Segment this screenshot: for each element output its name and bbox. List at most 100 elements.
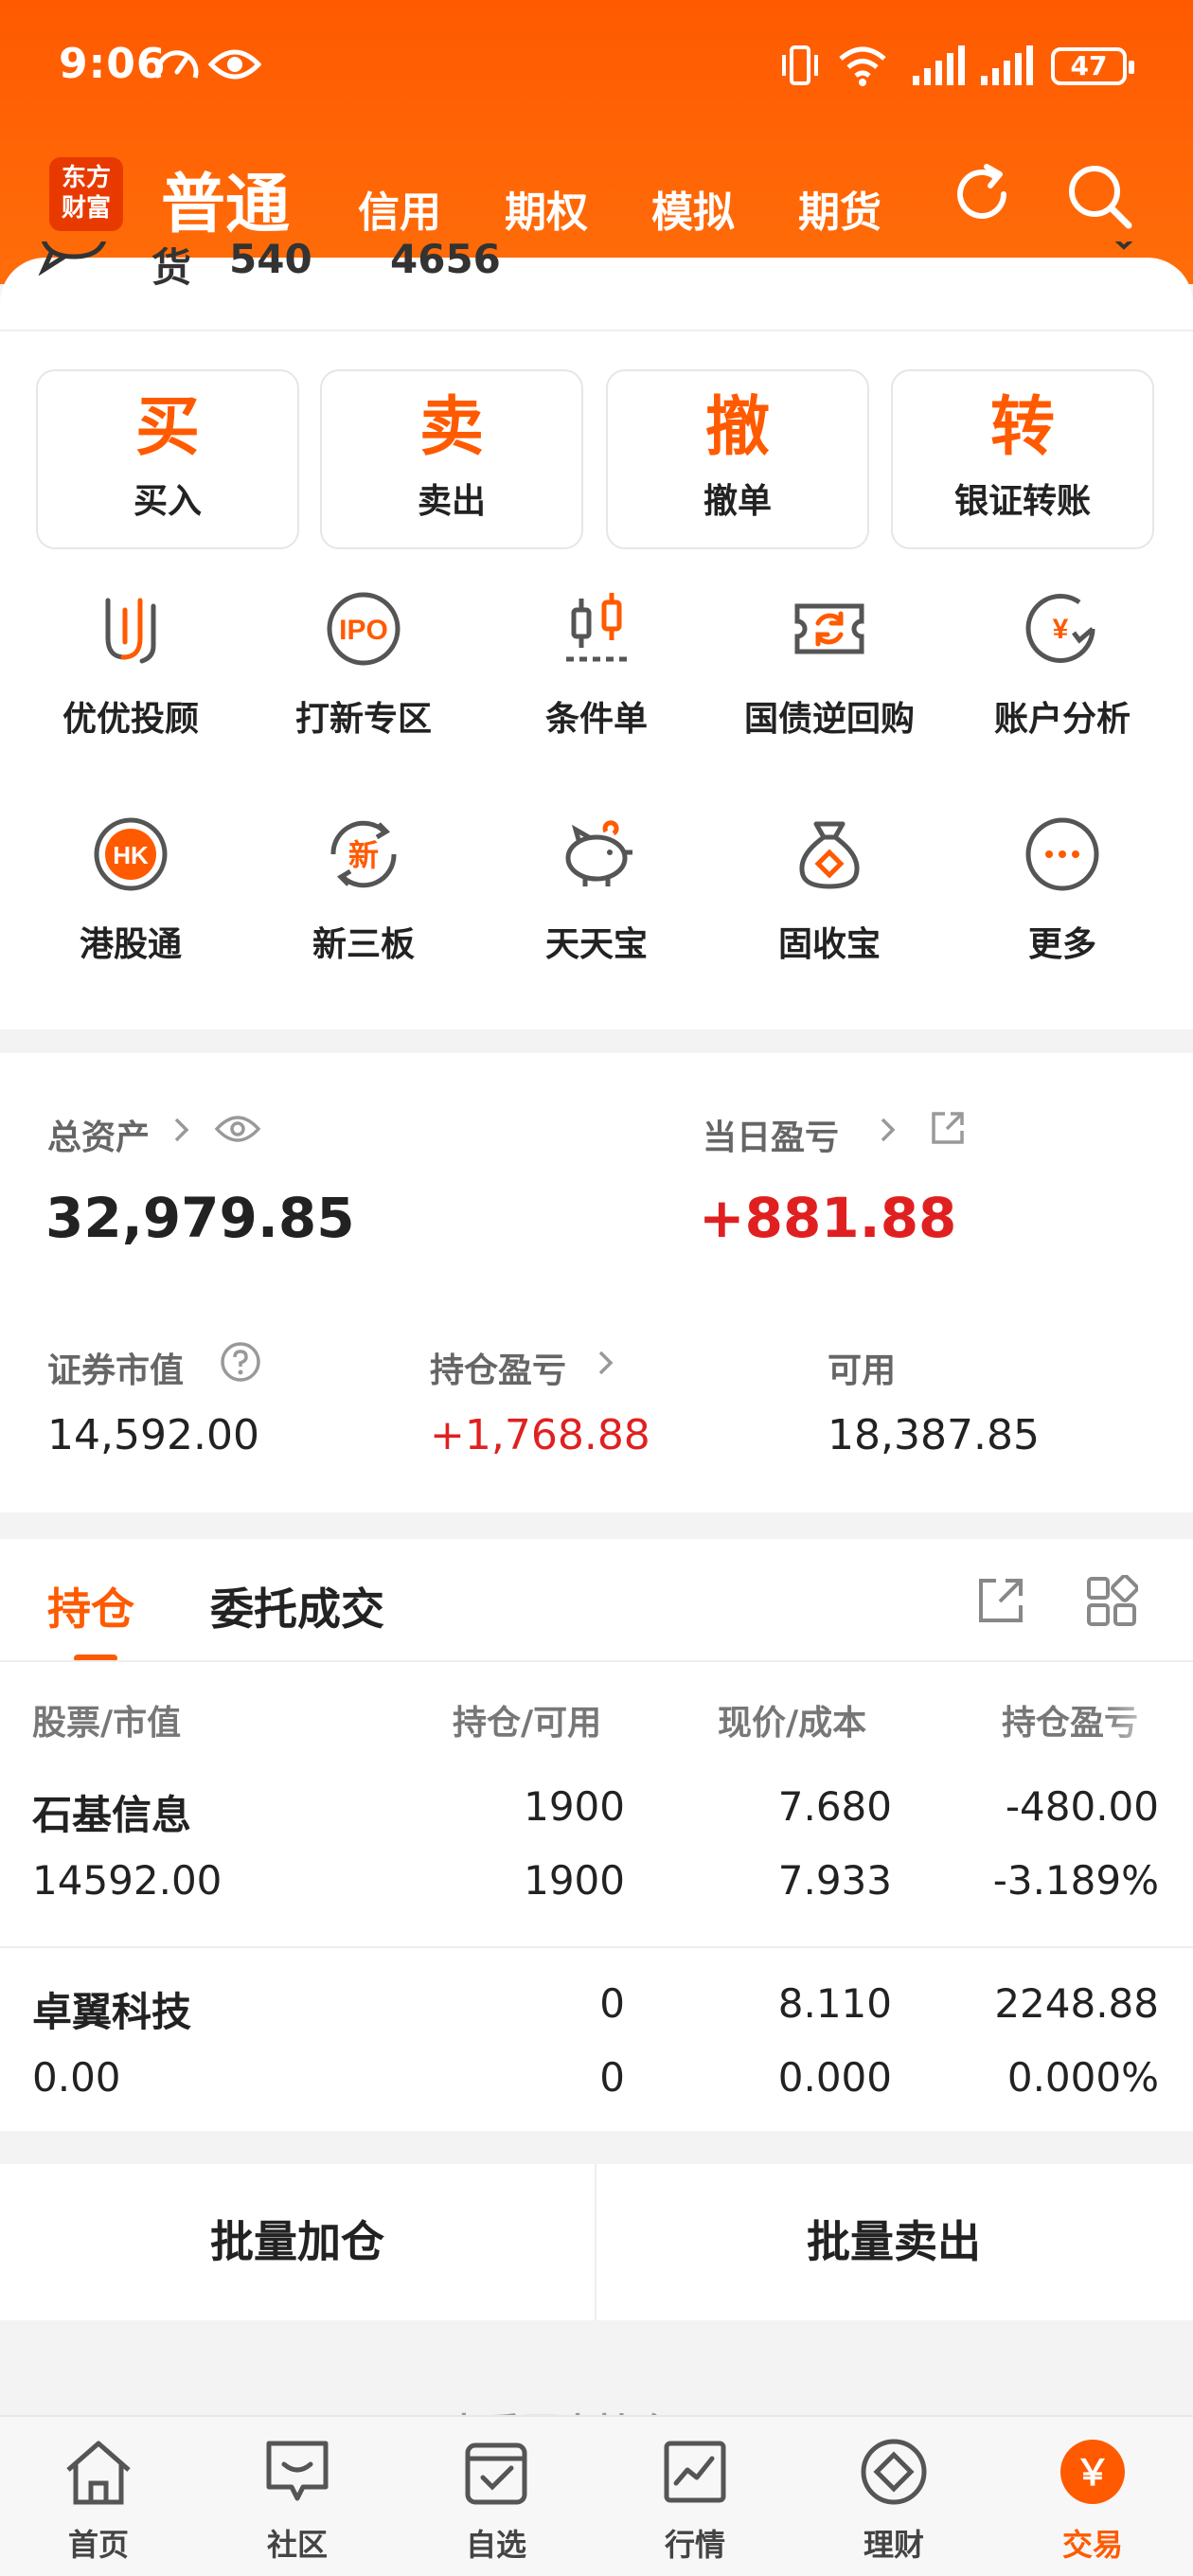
nav-wealth[interactable]: 理财 [828,2436,960,2565]
total-assets-label[interactable]: 总资产 [47,1110,150,1159]
money-bag-icon [790,814,869,894]
status-bar: 9:06 47 [0,38,1193,104]
divider [0,1660,1193,1662]
grid-view-icon[interactable] [1085,1575,1138,1628]
feature-ipo[interactable]: IPO 打新专区 [244,589,483,741]
daily-pl-value: +881.88 [699,1186,957,1250]
available-qty: 1900 [524,1857,625,1904]
current-price: 7.680 [777,1783,892,1830]
position-pl: -480.00 [1005,1783,1159,1830]
bottom-nav: 首页 社区 自选 行情 理财 ￥ 交易 [0,2415,1193,2576]
divider [0,1946,1193,1948]
search-icon[interactable] [1062,159,1136,233]
asset-summary-card: 总资产 32,979.85 当日盈亏 +881.88 证券市值 14,592.0… [0,1053,1193,1512]
signal-icon-2 [979,44,1038,87]
chevron-right-icon[interactable] [172,1116,191,1144]
stock-name: 石基信息 [32,1792,192,1838]
col-price-cost: 现价/成本 [718,1704,867,1743]
tab-credit[interactable]: 信用 [358,178,441,239]
tab-futures[interactable]: 期货 [798,178,881,239]
community-icon [266,2441,329,2501]
wifi-icon [837,44,888,87]
tab-simulation[interactable]: 模拟 [651,178,735,239]
nav-home[interactable]: 首页 [32,2436,165,2565]
feature-tiantianbao[interactable]: 天天宝 [477,814,716,966]
current-price: 8.110 [777,1980,892,2027]
speed-icon [153,44,201,85]
account-analysis-icon: ¥ [1023,589,1102,669]
market-value: 14,592.00 [47,1411,259,1459]
available-label: 可用 [828,1351,897,1390]
nav-watchlist[interactable]: 自选 [430,2436,562,2565]
watchlist-icon [465,2442,527,2505]
cancel-order-button[interactable]: 撤 撤单 [606,369,869,549]
svg-text:新: 新 [348,837,379,873]
position-pl-label[interactable]: 持仓盈亏 [430,1343,566,1392]
cost-price: 0.000 [777,2054,892,2101]
stock-name: 卓翼科技 [32,1989,192,2035]
feature-more[interactable]: 更多 [943,814,1182,966]
status-time: 9:06 [59,40,167,88]
col-position-pl: 持仓盈亏 [1002,1704,1139,1743]
nav-community[interactable]: 社区 [231,2436,364,2565]
svg-text:￥: ￥ [1075,2452,1111,2494]
feature-advisor[interactable]: 优优投顾 [11,589,250,741]
app-logo: 东方 财富 [49,157,123,231]
eye-toggle-icon[interactable] [214,1112,261,1146]
feature-account-analysis[interactable]: ¥ 账户分析 [943,589,1182,741]
batch-sell-button[interactable]: 批量卖出 [596,2164,1191,2320]
external-link-icon[interactable] [975,1575,1026,1626]
holdings-panel: 持仓 委托成交 股票/市值 持仓/可用 现价/成本 持仓盈亏 石基信息 1459… [0,1539,1193,2131]
market-value-label: 证券市值 [47,1351,185,1390]
tab-orders-trades[interactable]: 委托成交 [210,1575,384,1637]
feature-hk-connect[interactable]: HK 港股通 [11,814,250,966]
home-icon [66,2441,131,2505]
col-position-available: 持仓/可用 [453,1704,602,1743]
chevron-right-icon[interactable] [596,1349,615,1377]
feature-guoshoubao[interactable]: 固收宝 [710,814,949,966]
share-icon[interactable] [928,1108,968,1148]
refresh-icon[interactable] [947,159,1017,229]
account-type-nav: 东方 财富 普通 信用 期权 模拟 期货 [0,152,1193,242]
feature-new-third-board[interactable]: 新 新三板 [244,814,483,966]
feature-conditional-order[interactable]: 条件单 [477,589,716,741]
position-pl-pct: 0.000% [1006,2054,1159,2101]
scrolled-quote-row: 货 540 4656 [38,242,1155,289]
trade-icon: ￥ [1060,2440,1125,2504]
treasury-repo-icon [790,589,869,669]
tab-options[interactable]: 期权 [505,178,588,239]
nav-trade[interactable]: ￥ 交易 [1026,2436,1159,2565]
feature-treasury-repo[interactable]: 国债逆回购 [710,589,949,741]
piggy-bank-icon [557,814,636,894]
nav-market[interactable]: 行情 [629,2436,761,2565]
history-link-partial[interactable]: 查看历史持仓 [0,2320,1193,2415]
market-icon [664,2441,726,2503]
position-qty: 1900 [524,1783,625,1830]
hk-connect-icon: HK [91,814,170,894]
help-icon[interactable] [220,1341,261,1383]
buy-button[interactable]: 买 买入 [36,369,299,549]
svg-text:HK: HK [113,841,149,869]
vibrate-icon [778,44,822,87]
sell-button[interactable]: 卖 卖出 [320,369,583,549]
batch-add-button[interactable]: 批量加仓 [0,2164,595,2320]
chevron-down-icon[interactable] [1108,242,1140,255]
new-third-board-icon: 新 [324,814,403,894]
col-stock-value: 股票/市值 [32,1704,182,1743]
bank-transfer-button[interactable]: 转 银证转账 [891,369,1154,549]
position-pl: 2248.88 [994,1980,1159,2027]
more-icon [1023,814,1102,894]
daily-pl-label[interactable]: 当日盈亏 [703,1110,839,1159]
chevron-right-icon[interactable] [879,1116,898,1144]
total-assets-value: 32,979.85 [45,1186,355,1250]
battery-indicator: 47 [1051,47,1134,85]
batch-actions: 批量加仓 批量卖出 [0,2164,1193,2320]
stock-market-value: 0.00 [32,2054,121,2101]
available-qty: 0 [599,2054,625,2101]
tab-positions[interactable]: 持仓 [47,1575,134,1637]
wealth-icon [861,2439,927,2505]
position-qty: 0 [599,1980,625,2027]
advisor-icon [91,589,170,669]
position-pl-pct: -3.189% [992,1857,1159,1904]
tab-normal[interactable]: 普通 [161,152,290,245]
